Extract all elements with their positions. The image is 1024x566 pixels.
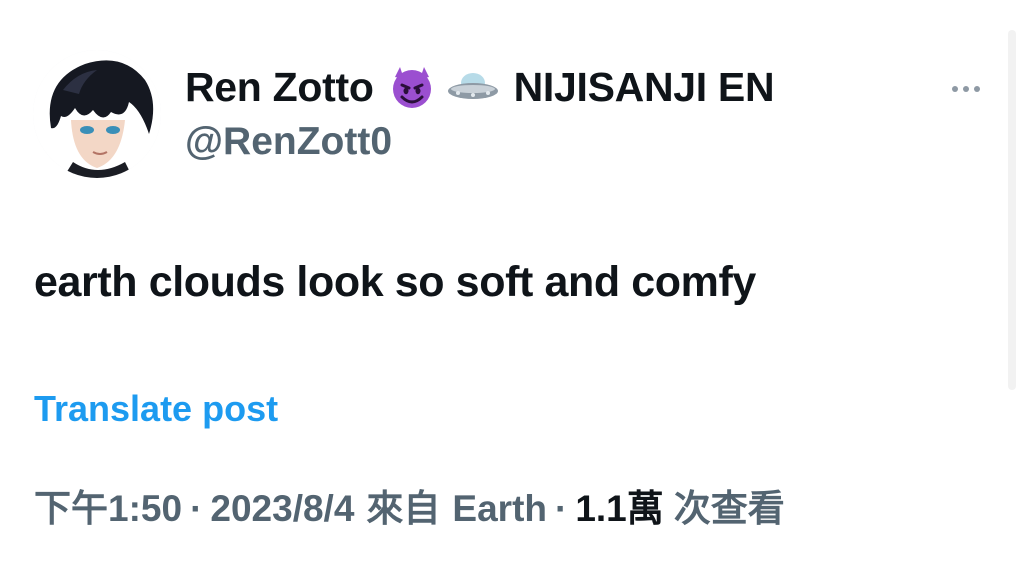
source-prefix: 來自: [366, 488, 441, 529]
separator: ·: [555, 488, 568, 529]
dot: [952, 86, 958, 92]
affiliation-label: NIJISANJI EN: [513, 63, 775, 110]
scrollbar[interactable]: [1008, 30, 1016, 390]
user-handle[interactable]: @RenZott0: [185, 120, 964, 164]
tweet-header: Ren Zotto NIJISANJI EN @RenZott0: [185, 62, 964, 164]
name-line: Ren Zotto NIJISANJI EN: [185, 62, 964, 112]
tweet-text: earth clouds look so soft and comfy: [34, 258, 756, 306]
tweet-metadata: 下午1:50 · 2023/8/4 來自 Earth · 1.1萬 次查看: [34, 478, 785, 532]
dot: [974, 86, 980, 92]
smiling-devil-icon: [388, 63, 436, 111]
tweet-date[interactable]: 2023/8/4: [210, 488, 354, 530]
separator: ·: [190, 488, 203, 529]
dot: [963, 86, 969, 92]
avatar[interactable]: [33, 50, 161, 178]
tweet-time[interactable]: 下午1:50: [34, 478, 182, 532]
display-name[interactable]: Ren Zotto: [185, 64, 374, 111]
translate-post-link[interactable]: Translate post: [34, 388, 278, 430]
more-options-icon[interactable]: [946, 80, 986, 98]
views-label: 次查看: [673, 488, 785, 529]
tweet-detail-page: Ren Zotto NIJISANJI EN @RenZott0 earth c…: [0, 0, 1024, 566]
views-count[interactable]: 1.1萬: [575, 478, 663, 532]
ufo-icon: [446, 67, 500, 107]
tweet-source[interactable]: Earth: [452, 488, 547, 530]
